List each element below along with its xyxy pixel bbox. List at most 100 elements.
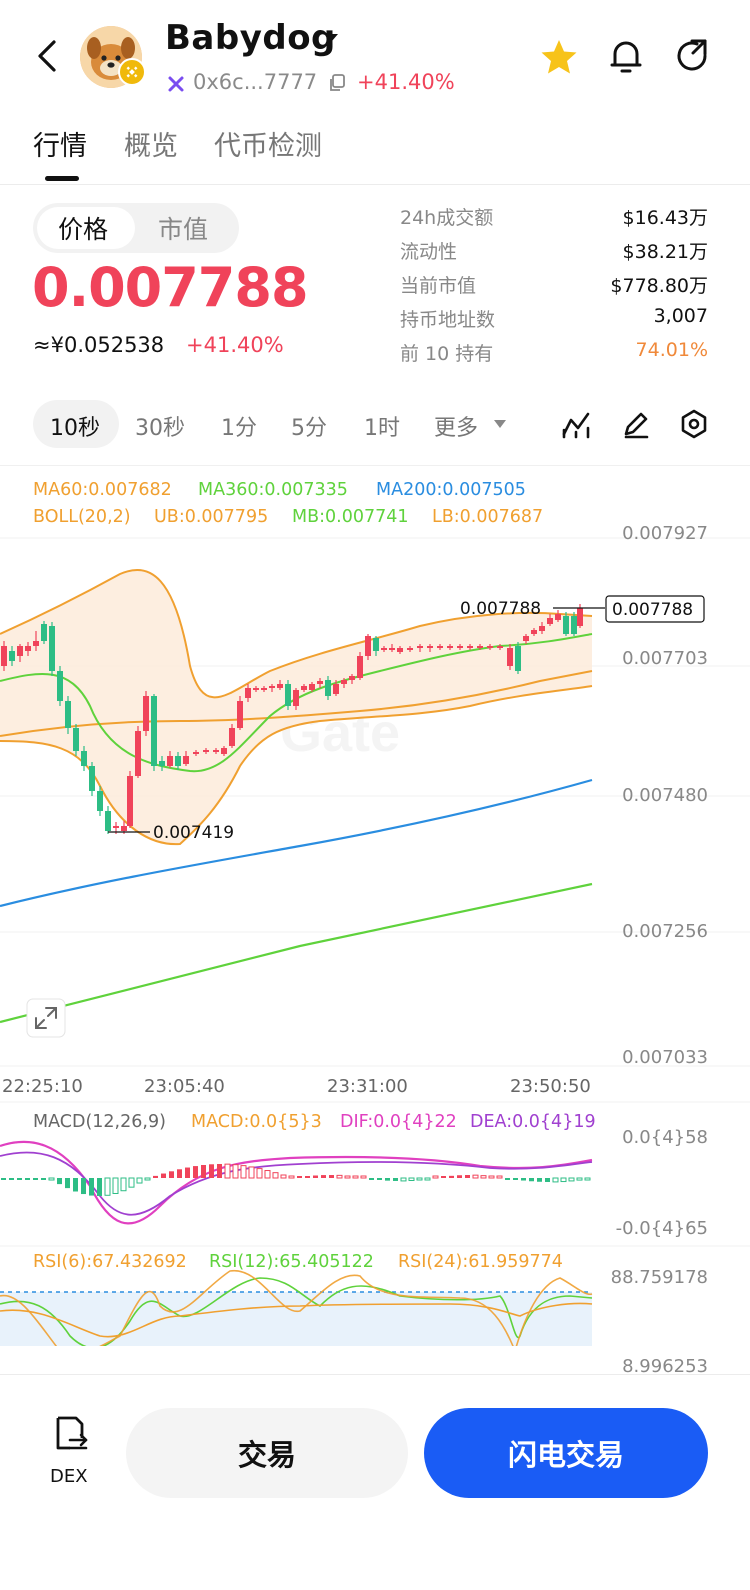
macd-bar bbox=[161, 1173, 166, 1178]
macd-bar bbox=[280, 1174, 287, 1179]
candle-body bbox=[159, 761, 165, 766]
candle-body bbox=[563, 616, 569, 634]
toggle-market-cap[interactable]: 市值 bbox=[158, 210, 208, 246]
macd-bar bbox=[25, 1178, 30, 1180]
macd-bar bbox=[416, 1177, 423, 1181]
candle-body bbox=[407, 648, 413, 650]
back-arrow-icon[interactable] bbox=[30, 36, 66, 76]
candle-body bbox=[357, 656, 363, 678]
ma360-line bbox=[0, 882, 593, 1024]
favorite-star-icon[interactable] bbox=[540, 38, 578, 76]
macd-bar bbox=[576, 1177, 583, 1181]
x-tick-4: 23:50:50 bbox=[510, 1076, 591, 1097]
macd-bar bbox=[288, 1175, 295, 1179]
candle-body bbox=[317, 681, 323, 684]
chart-settings-icon[interactable] bbox=[678, 408, 710, 440]
x-tick-1: 22:25:10 bbox=[2, 1076, 83, 1097]
tabs-divider bbox=[0, 184, 750, 185]
fullscreen-expand-icon[interactable] bbox=[26, 998, 66, 1038]
macd-bar bbox=[313, 1175, 318, 1178]
candle-body bbox=[151, 696, 157, 766]
more-caret-icon[interactable] bbox=[492, 418, 508, 430]
dex-icon[interactable] bbox=[50, 1414, 90, 1454]
macd-bar bbox=[521, 1178, 526, 1181]
candle-body bbox=[237, 701, 243, 728]
interval-30s[interactable]: 30秒 bbox=[135, 410, 185, 442]
dex-label[interactable]: DEX bbox=[50, 1466, 88, 1487]
candle-body bbox=[229, 728, 235, 746]
toggle-price[interactable]: 价格 bbox=[58, 210, 108, 246]
trade-button[interactable]: 交易 bbox=[126, 1408, 408, 1498]
candle-body bbox=[41, 624, 47, 641]
macd-bar bbox=[545, 1178, 550, 1182]
macd-bar bbox=[537, 1178, 542, 1182]
candle-body bbox=[245, 688, 251, 698]
stat-value-volume: $16.43万 bbox=[622, 207, 708, 229]
macd-bar bbox=[256, 1168, 263, 1179]
candle-body bbox=[487, 646, 493, 648]
candle-body bbox=[497, 646, 503, 648]
candle-body bbox=[341, 680, 347, 684]
candle-body bbox=[183, 756, 189, 764]
candle-body bbox=[373, 638, 379, 651]
rsi-legend-24: RSI(24):61.959774 bbox=[398, 1252, 563, 1272]
macd-legend-macd: MACD:0.0{5}3 bbox=[191, 1112, 322, 1132]
active-tab-indicator bbox=[45, 176, 79, 181]
dropdown-caret-icon[interactable] bbox=[324, 30, 340, 46]
interval-5m[interactable]: 5分 bbox=[291, 410, 327, 442]
candle-body bbox=[349, 676, 355, 680]
price-chart[interactable]: Gate 0.007788 0.007419 0.007788 bbox=[0, 466, 750, 1346]
candle-body bbox=[49, 626, 55, 671]
macd-bar bbox=[248, 1166, 255, 1179]
macd-bar bbox=[153, 1175, 158, 1178]
token-title[interactable]: Babydog bbox=[165, 18, 336, 58]
macd-bar bbox=[65, 1178, 70, 1189]
share-icon[interactable] bbox=[672, 36, 712, 76]
tab-token-check[interactable]: 代币检测 bbox=[214, 124, 322, 163]
macd-bar bbox=[136, 1177, 143, 1184]
macd-bar bbox=[552, 1177, 559, 1183]
candle-body bbox=[269, 686, 275, 688]
macd-bar bbox=[112, 1177, 119, 1194]
interval-10s[interactable]: 10秒 bbox=[50, 410, 100, 442]
candle-body bbox=[9, 651, 15, 661]
macd-bar bbox=[57, 1178, 62, 1185]
y-tick-1: 0.007927 bbox=[622, 523, 708, 544]
macd-bar bbox=[89, 1178, 94, 1196]
indicator-icon[interactable] bbox=[560, 408, 592, 440]
macd-bar bbox=[496, 1175, 503, 1179]
macd-bar bbox=[449, 1175, 454, 1178]
x-tick-2: 23:05:40 bbox=[144, 1076, 225, 1097]
macd-bar bbox=[41, 1178, 46, 1180]
candle-body bbox=[203, 750, 209, 752]
candle-body bbox=[523, 636, 529, 641]
flash-trade-button[interactable]: 闪电交易 bbox=[424, 1408, 708, 1498]
copy-icon[interactable] bbox=[327, 73, 347, 93]
rsi-legend-6: RSI(6):67.432692 bbox=[33, 1252, 187, 1272]
y-tick-3: 0.007480 bbox=[622, 785, 708, 806]
macd-legend-dif: DIF:0.0{4}22 bbox=[340, 1112, 457, 1132]
candle-body bbox=[17, 646, 23, 656]
candle-body bbox=[113, 826, 119, 828]
macd-bar bbox=[568, 1177, 575, 1182]
candle-body bbox=[57, 671, 63, 701]
macd-bar bbox=[441, 1176, 446, 1178]
current-price: 0.007788 bbox=[32, 256, 309, 319]
tab-market[interactable]: 行情 bbox=[33, 124, 87, 163]
candle-body bbox=[293, 690, 299, 706]
tab-overview[interactable]: 概览 bbox=[124, 124, 178, 163]
alert-bell-icon[interactable] bbox=[607, 36, 645, 76]
macd-bar bbox=[457, 1175, 462, 1178]
bnb-chain-badge-icon bbox=[118, 58, 146, 86]
macd-bar bbox=[321, 1175, 326, 1178]
y-tick-2: 0.007703 bbox=[622, 648, 708, 669]
rsi-y-top: 88.759178 bbox=[610, 1267, 708, 1288]
interval-1h[interactable]: 1时 bbox=[364, 410, 400, 442]
draw-pen-icon[interactable] bbox=[620, 408, 652, 440]
macd-bar bbox=[393, 1178, 398, 1181]
candle-body bbox=[1, 646, 7, 666]
macd-bar bbox=[369, 1178, 374, 1180]
interval-more[interactable]: 更多 bbox=[434, 410, 478, 442]
interval-1m[interactable]: 1分 bbox=[221, 410, 257, 442]
macd-bar bbox=[48, 1177, 55, 1181]
